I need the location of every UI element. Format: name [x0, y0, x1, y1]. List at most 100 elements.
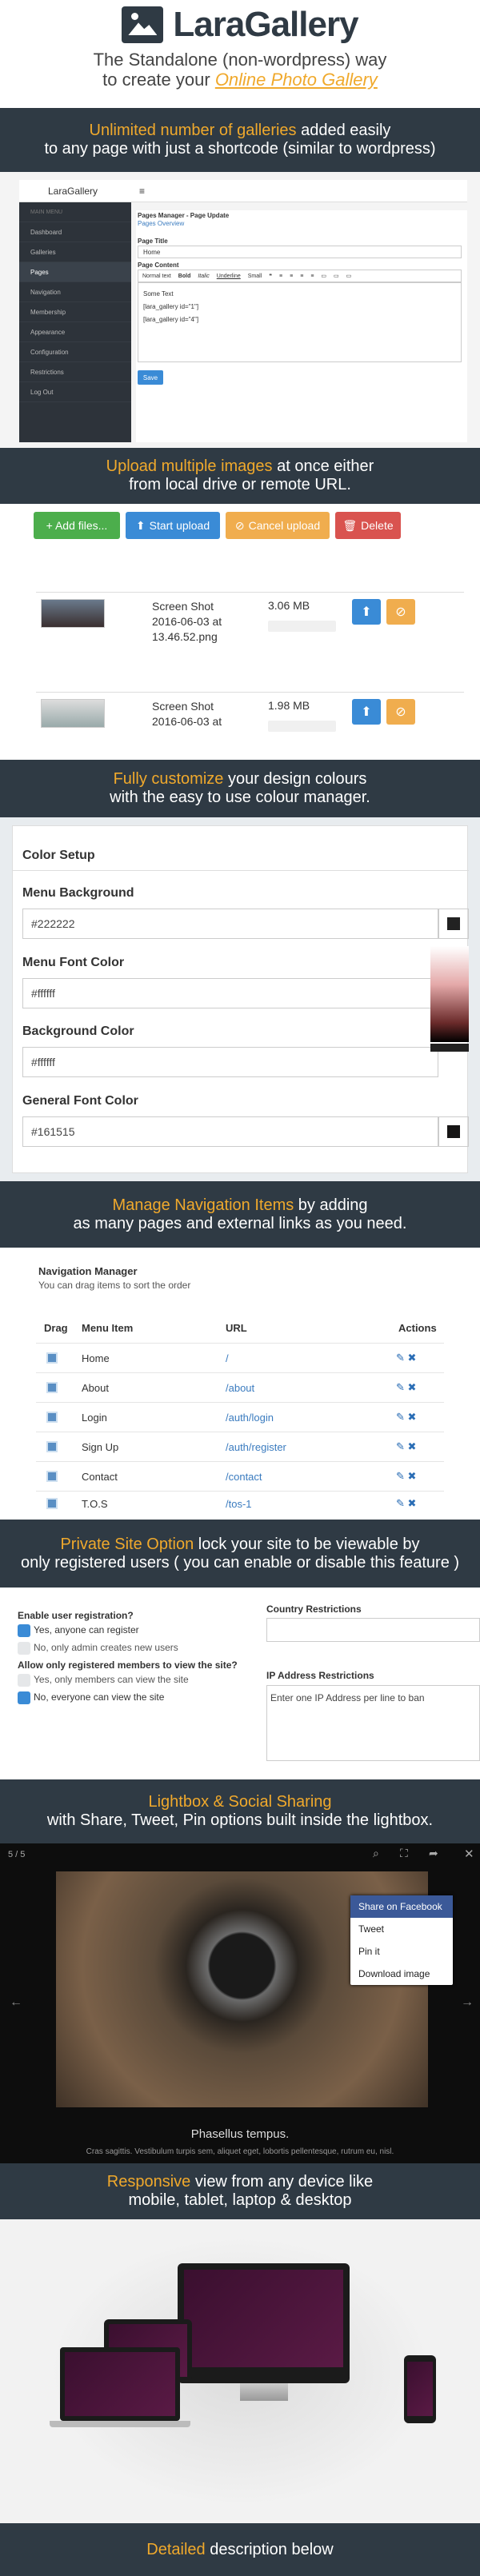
band-line-2: as many pages and external links as you …: [73, 1214, 407, 1232]
download-image[interactable]: Download image: [350, 1963, 453, 1985]
menu-item-url[interactable]: /auth/register: [226, 1441, 286, 1453]
delete-label: Delete: [361, 519, 394, 532]
next-arrow-icon[interactable]: →: [461, 1995, 474, 2010]
editor-toolbar: Normal text Bold Italic Underline Small …: [138, 270, 462, 282]
responsive-devices: [0, 2219, 480, 2523]
general-font-color-swatch[interactable]: [438, 1116, 469, 1147]
feature-band-responsive: Responsive view from any device like mob…: [0, 2163, 480, 2219]
drag-handle-icon[interactable]: [46, 1441, 58, 1452]
menu-font-color-label: Menu Font Color: [22, 956, 125, 969]
delete-button[interactable]: 🗑 Delete: [335, 512, 401, 539]
image-icon[interactable]: ▭: [334, 273, 339, 279]
band-highlight: Manage Navigation Items: [112, 1196, 294, 1214]
lightbox: 5 / 5 ⌕ ⛶ ➦ ✕ ← → Share on Facebook Twee…: [0, 1843, 480, 2163]
drag-handle-icon[interactable]: [46, 1352, 58, 1364]
edit-delete-icons[interactable]: ✎ ✖: [396, 1381, 416, 1394]
sidebar-item-pages[interactable]: Pages: [19, 262, 131, 282]
checkbox-unchecked[interactable]: [18, 1642, 30, 1655]
menu-item-url[interactable]: /tos-1: [226, 1498, 252, 1510]
bold-button[interactable]: Bold: [178, 274, 191, 279]
sidebar-item-appearance[interactable]: Appearance: [19, 322, 131, 342]
checkbox-checked[interactable]: [18, 1624, 30, 1637]
menu-item-name: Contact: [82, 1470, 118, 1483]
share-tweet[interactable]: Tweet: [350, 1918, 453, 1940]
list-icon[interactable]: ≡: [279, 274, 282, 279]
save-button[interactable]: Save: [138, 370, 163, 385]
cancel-upload-label: Cancel upload: [248, 519, 321, 532]
quote-icon[interactable]: ❝: [269, 273, 272, 279]
band-line-1: Manage Navigation Items by adding: [0, 1196, 480, 1215]
edit-delete-icons[interactable]: ✎ ✖: [396, 1497, 416, 1510]
edit-delete-icons[interactable]: ✎ ✖: [396, 1352, 416, 1364]
share-icon[interactable]: ➦: [429, 1847, 438, 1860]
country-select[interactable]: [266, 1618, 480, 1642]
menu-item-url[interactable]: /: [226, 1352, 229, 1364]
background-color-input[interactable]: #ffffff: [22, 1047, 438, 1077]
list-icon[interactable]: ≡: [290, 274, 293, 279]
menu-item-url[interactable]: /auth/login: [226, 1412, 274, 1424]
general-font-color-input[interactable]: #161515: [22, 1116, 438, 1147]
underline-button[interactable]: Underline: [217, 274, 241, 279]
tagline-link[interactable]: Online Photo Gallery: [215, 70, 378, 90]
outdent-icon[interactable]: ≡: [310, 274, 314, 279]
zoom-icon[interactable]: ⌕: [373, 1847, 379, 1860]
menu-icon[interactable]: ≡: [131, 186, 145, 197]
sidebar-item-configuration[interactable]: Configuration: [19, 342, 131, 362]
close-icon[interactable]: ✕: [464, 1847, 474, 1861]
drag-handle-icon[interactable]: [46, 1498, 58, 1509]
indent-icon[interactable]: ≡: [300, 274, 303, 279]
edit-delete-icons[interactable]: ✎ ✖: [396, 1440, 416, 1453]
editor-content[interactable]: Some Text [lara_gallery id="1"] [lara_ga…: [138, 282, 462, 362]
admin-topbar: LaraGallery ≡: [19, 180, 467, 202]
divider: [13, 870, 469, 871]
sidebar-item-galleries[interactable]: Galleries: [19, 242, 131, 262]
band-line-2: mobile, tablet, laptop & desktop: [128, 2191, 352, 2209]
drag-handle-icon[interactable]: [46, 1471, 58, 1482]
color-picker-hue[interactable]: [430, 1044, 469, 1052]
table-row: Sign Up/auth/register ✎ ✖: [36, 1432, 444, 1461]
checkbox-checked[interactable]: [18, 1691, 30, 1704]
menu-item-name: Home: [82, 1352, 110, 1364]
edit-delete-icons[interactable]: ✎ ✖: [396, 1470, 416, 1483]
cancel-upload-button[interactable]: ⊘ Cancel upload: [226, 512, 330, 539]
prev-arrow-icon[interactable]: ←: [10, 1995, 22, 2010]
sidebar-item-navigation[interactable]: Navigation: [19, 282, 131, 302]
start-upload-button[interactable]: ⬆ Start upload: [126, 512, 220, 539]
link-icon[interactable]: ▭: [321, 273, 326, 279]
menu-background-input[interactable]: #222222: [22, 909, 438, 939]
italic-button[interactable]: Italic: [198, 274, 209, 279]
add-files-button[interactable]: + Add files...: [34, 512, 120, 539]
band-text: lock your site to be viewable by: [194, 1535, 420, 1553]
file-thumbnail: [41, 699, 105, 728]
breadcrumb[interactable]: Pages Overview: [138, 220, 184, 227]
drag-handle-icon[interactable]: [46, 1412, 58, 1423]
checkbox-unchecked[interactable]: [18, 1674, 30, 1687]
sidebar-item-logout[interactable]: Log Out: [19, 382, 131, 402]
members-question: Allow only registered members to view th…: [18, 1659, 238, 1671]
edit-delete-icons[interactable]: ✎ ✖: [396, 1411, 416, 1424]
menu-font-color-input[interactable]: #ffffff: [22, 978, 438, 1008]
start-file-button[interactable]: ⬆: [352, 599, 381, 625]
cancel-icon: ⊘: [395, 705, 406, 719]
menu-background-swatch[interactable]: [438, 909, 469, 939]
sidebar-item-membership[interactable]: Membership: [19, 302, 131, 322]
cancel-file-button[interactable]: ⊘: [386, 699, 415, 725]
sidebar-item-dashboard[interactable]: Dashboard: [19, 222, 131, 242]
small-button[interactable]: Small: [248, 274, 262, 279]
cancel-file-button[interactable]: ⊘: [386, 599, 415, 625]
code-icon[interactable]: ▭: [346, 273, 352, 279]
fullscreen-icon[interactable]: ⛶: [400, 1847, 408, 1860]
color-picker-panel[interactable]: [430, 946, 469, 1042]
sidebar-item-restrictions[interactable]: Restrictions: [19, 362, 131, 382]
start-file-button[interactable]: ⬆: [352, 699, 381, 725]
menu-item-url[interactable]: /contact: [226, 1471, 262, 1483]
caption-title: Phasellus tempus.: [190, 2127, 290, 2141]
menu-item-url[interactable]: /about: [226, 1382, 254, 1394]
drag-handle-icon[interactable]: [46, 1382, 58, 1393]
format-dropdown[interactable]: Normal text: [142, 274, 171, 279]
share-pin[interactable]: Pin it: [350, 1940, 453, 1963]
ip-textarea[interactable]: Enter one IP Address per line to ban: [266, 1685, 480, 1761]
desktop-screen: [184, 2270, 343, 2367]
share-facebook[interactable]: Share on Facebook: [350, 1895, 453, 1918]
title-input[interactable]: Home: [138, 246, 462, 258]
